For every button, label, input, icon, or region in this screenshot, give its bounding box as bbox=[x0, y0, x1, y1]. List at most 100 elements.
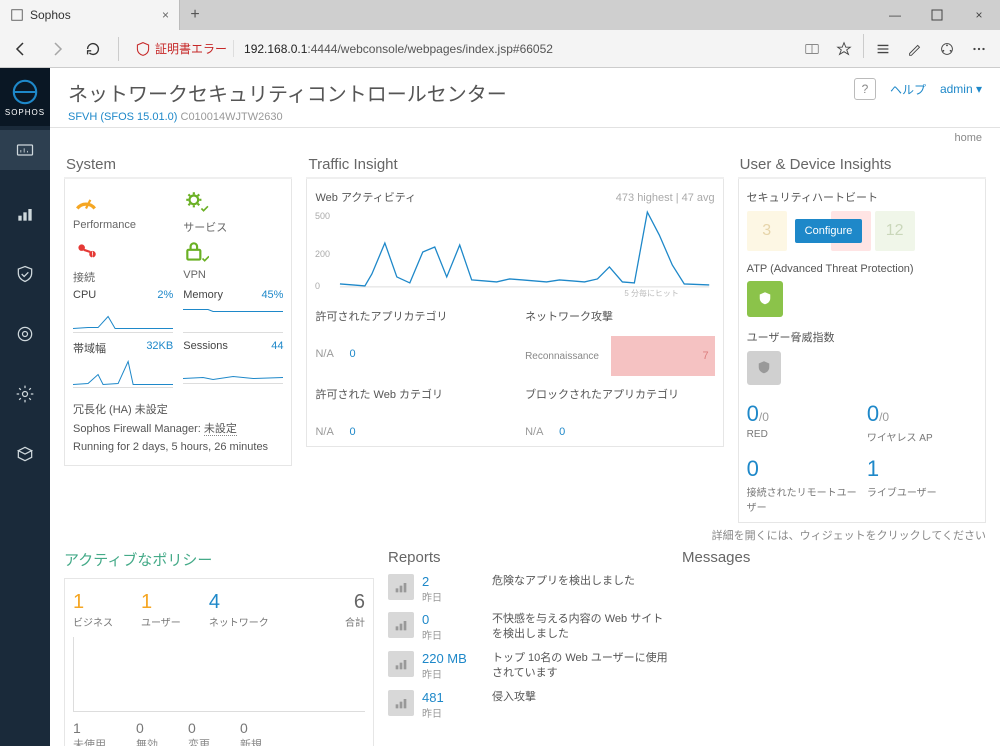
browser-toolbar: 証明書エラー 192.168.0.1:4444/webconsole/webpa… bbox=[0, 30, 1000, 68]
utq-icon bbox=[747, 351, 781, 385]
nav-back-icon[interactable] bbox=[6, 34, 36, 64]
sfm-status: Sophos Firewall Manager: 未設定 bbox=[73, 420, 283, 439]
sidebar-configure[interactable] bbox=[0, 314, 50, 354]
stat-wireless-ap: 0/0ワイヤレス AP bbox=[867, 401, 977, 444]
certificate-error[interactable]: 証明書エラー bbox=[129, 40, 234, 57]
heartbeat-warning: 3 bbox=[747, 211, 787, 251]
sidebar: SOPHOS bbox=[0, 68, 50, 746]
pol-total: 6合計 bbox=[345, 591, 365, 629]
sys-vpn: VPN bbox=[183, 239, 283, 285]
browser-tab-active[interactable]: Sophos × bbox=[0, 0, 180, 30]
messages-widget[interactable]: Messages bbox=[682, 549, 986, 746]
admin-menu[interactable]: admin ▾ bbox=[940, 82, 982, 96]
sys-services: サービス bbox=[183, 189, 283, 235]
insights-widget[interactable]: User & Device Insights セキュリティハートビート 3 12… bbox=[738, 152, 986, 523]
sessions-label: Sessions bbox=[183, 340, 228, 352]
memory-value: 45% bbox=[261, 289, 283, 301]
report-icon bbox=[388, 651, 414, 677]
svg-text:!: ! bbox=[91, 249, 93, 259]
cpu-label: CPU bbox=[73, 289, 96, 301]
svg-text:200: 200 bbox=[315, 249, 330, 259]
product-link[interactable]: SFVH (SFOS 15.01.0) bbox=[68, 111, 177, 123]
nav-refresh-icon[interactable] bbox=[78, 34, 108, 64]
sidebar-objects[interactable] bbox=[0, 434, 50, 474]
browser-actions bbox=[797, 34, 994, 64]
report-item[interactable]: 2昨日危険なアプリを検出しました bbox=[388, 574, 668, 604]
svg-text:500: 500 bbox=[315, 211, 330, 221]
policies-heading: アクティブなポリシー bbox=[64, 549, 374, 570]
sfm-link[interactable]: 未設定 bbox=[204, 423, 237, 436]
report-item[interactable]: 481昨日侵入攻撃 bbox=[388, 690, 668, 720]
address-bar[interactable]: 192.168.0.1:4444/webconsole/webpages/ind… bbox=[240, 42, 791, 56]
traffic-widget[interactable]: Traffic Insight Web アクティビティ 473 highest … bbox=[306, 152, 723, 523]
shield-warn-icon bbox=[135, 41, 151, 57]
share-icon[interactable] bbox=[932, 34, 962, 64]
report-day: 昨日 bbox=[422, 589, 484, 604]
hub-icon[interactable] bbox=[868, 34, 898, 64]
messages-heading: Messages bbox=[682, 549, 986, 566]
window-close[interactable]: × bbox=[958, 0, 1000, 30]
report-icon bbox=[388, 690, 414, 716]
page-header: ネットワークセキュリティコントロールセンター SFVH (SFOS 15.01.… bbox=[50, 68, 1000, 128]
sidebar-protect[interactable] bbox=[0, 254, 50, 294]
sys-services-label: サービス bbox=[183, 219, 283, 235]
divider bbox=[118, 37, 119, 61]
memory-label: Memory bbox=[183, 289, 223, 301]
metric-cpu: CPU2% bbox=[73, 289, 173, 336]
allowed-web-categories: 許可された Web カテゴリ N/A0 bbox=[315, 386, 505, 438]
sys-vpn-label: VPN bbox=[183, 269, 283, 281]
report-icon bbox=[388, 612, 414, 638]
nav-forward-icon[interactable] bbox=[42, 34, 72, 64]
help-link[interactable]: ヘルプ bbox=[890, 81, 926, 98]
sys-performance: Performance bbox=[73, 189, 173, 235]
app: SOPHOS ネットワークセキュリティコントロールセンター SFVH (SFOS… bbox=[0, 68, 1000, 746]
report-desc: トップ 10名の Web ユーザーに使用されています bbox=[492, 651, 668, 682]
favorite-icon[interactable] bbox=[829, 34, 859, 64]
breadcrumb-home[interactable]: home bbox=[50, 128, 1000, 146]
gauge-icon bbox=[73, 189, 99, 215]
brand-logo[interactable]: SOPHOS bbox=[0, 68, 50, 126]
configure-button[interactable]: Configure bbox=[795, 219, 863, 243]
lock-icon bbox=[183, 239, 209, 265]
webnote-icon[interactable] bbox=[900, 34, 930, 64]
sidebar-system[interactable] bbox=[0, 374, 50, 414]
reports-widget[interactable]: Reports 2昨日危険なアプリを検出しました0昨日不快感を与える内容の We… bbox=[388, 549, 668, 746]
report-day: 昨日 bbox=[422, 666, 484, 681]
blocked-app-categories: ブロックされたアプリカテゴリ N/A0 bbox=[525, 386, 715, 438]
sessions-sparkline bbox=[183, 352, 283, 384]
heartbeat-ok: 12 bbox=[875, 211, 915, 251]
metric-bandwidth: 帯域幅32KB bbox=[73, 340, 173, 391]
sidebar-reports[interactable] bbox=[0, 194, 50, 234]
new-tab-button[interactable]: + bbox=[180, 0, 210, 30]
reading-view-icon[interactable] bbox=[797, 34, 827, 64]
report-desc: 危険なアプリを検出しました bbox=[492, 574, 635, 589]
connections-warn-icon: ! bbox=[73, 239, 99, 265]
window-maximize[interactable] bbox=[916, 0, 958, 30]
stat-remote-users: 0接続されたリモートユーザー bbox=[747, 456, 857, 514]
policies-widget[interactable]: アクティブなポリシー 1ビジネス 1ユーザー 4ネットワーク 6合計 1未使用 … bbox=[64, 549, 374, 746]
sidebar-dashboard[interactable] bbox=[0, 130, 50, 170]
page-icon bbox=[10, 8, 24, 22]
report-item[interactable]: 0昨日不快感を与える内容の Web サイトを検出しました bbox=[388, 612, 668, 643]
window-controls: — × bbox=[874, 0, 1000, 30]
sys-connections-label: 接続 bbox=[73, 269, 173, 285]
pol-stat-disabled: 0無効 bbox=[136, 720, 158, 746]
stat-live-users: 1ライブユーザー bbox=[867, 456, 977, 514]
tab-close-icon[interactable]: × bbox=[162, 8, 169, 22]
window-minimize[interactable]: — bbox=[874, 0, 916, 30]
browser-chrome: Sophos × + — × 証明書エラー 192.168.0.1:4444/w… bbox=[0, 0, 1000, 68]
pol-network: 4ネットワーク bbox=[209, 591, 269, 629]
more-icon[interactable] bbox=[964, 34, 994, 64]
sys-connections: ! 接続 bbox=[73, 239, 173, 285]
metric-sessions: Sessions44 bbox=[183, 340, 283, 391]
help-button[interactable]: ? bbox=[854, 78, 876, 100]
metric-memory: Memory 45% bbox=[183, 289, 283, 336]
bandwidth-sparkline bbox=[73, 356, 173, 388]
report-value: 220 MB bbox=[422, 651, 484, 666]
url-host: 192.168.0.1 bbox=[244, 42, 307, 56]
system-widget[interactable]: System Performance サービス ! 接続 bbox=[64, 152, 292, 523]
report-item[interactable]: 220 MB昨日トップ 10名の Web ユーザーに使用されています bbox=[388, 651, 668, 682]
atp-status-icon bbox=[747, 281, 783, 317]
pol-user: 1ユーザー bbox=[141, 591, 181, 629]
uptime-text: Running for 2 days, 5 hours, 26 minutes bbox=[73, 438, 283, 457]
